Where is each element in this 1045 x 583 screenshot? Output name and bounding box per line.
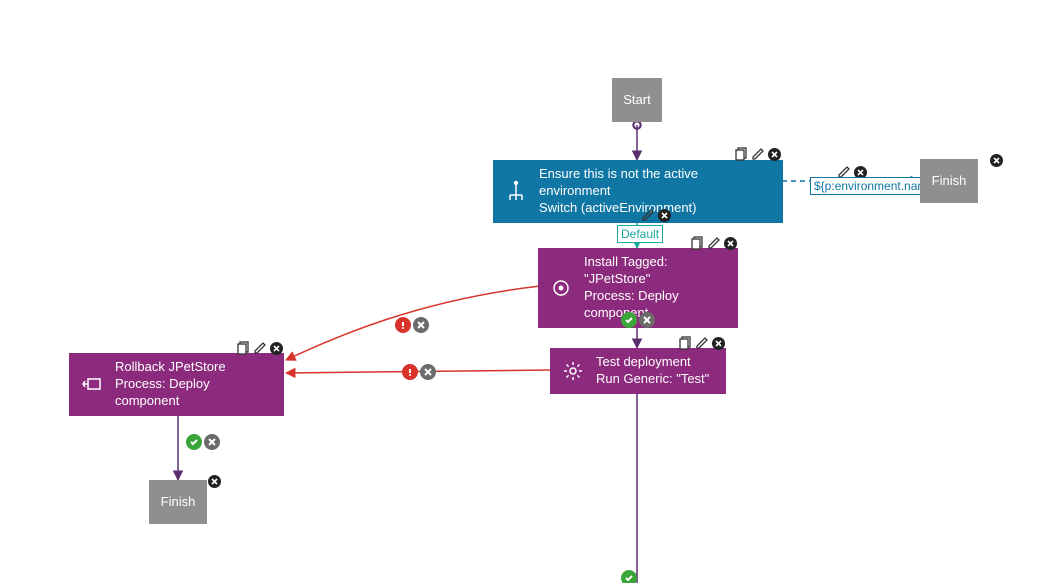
gear-icon [560, 361, 586, 381]
node-finish-right-label: Finish [932, 173, 967, 190]
close-icon[interactable] [766, 146, 782, 162]
close-icon[interactable] [206, 473, 222, 489]
copy-icon[interactable] [236, 340, 252, 356]
edit-icon[interactable] [694, 335, 710, 351]
node-switch[interactable]: Ensure this is not the active environmen… [493, 160, 783, 223]
close-icon[interactable] [639, 312, 655, 328]
edge-switch-install-controls [640, 207, 672, 223]
node-test[interactable]: Test deployment Run Generic: "Test" [550, 348, 726, 394]
check-icon[interactable] [621, 570, 637, 583]
error-icon[interactable] [402, 364, 418, 380]
edit-icon[interactable] [706, 235, 722, 251]
close-icon[interactable] [268, 340, 284, 356]
node-install-line1: Install Tagged: "JPetStore" [584, 254, 728, 288]
node-install-controls [690, 235, 738, 251]
copy-icon[interactable] [734, 146, 750, 162]
node-test-line2: Run Generic: "Test" [596, 371, 709, 388]
target-icon [548, 278, 574, 298]
edge-label-default[interactable]: Default [617, 225, 663, 243]
node-finish-bottom-label: Finish [161, 494, 196, 511]
rollback-icon [79, 374, 105, 394]
edit-icon[interactable] [252, 340, 268, 356]
node-switch-line1: Ensure this is not the active environmen… [539, 166, 773, 200]
close-icon[interactable] [710, 335, 726, 351]
close-icon[interactable] [204, 434, 220, 450]
edge-install-test-status [621, 312, 655, 328]
edge-install-rollback-status [395, 317, 429, 333]
node-finish-right-controls [988, 152, 1004, 168]
copy-icon[interactable] [678, 335, 694, 351]
close-icon[interactable] [722, 235, 738, 251]
edge-rollback-finish-status [186, 434, 220, 450]
node-finish-right[interactable]: Finish [920, 159, 978, 203]
close-icon[interactable] [413, 317, 429, 333]
switch-icon [503, 180, 529, 202]
error-icon[interactable] [395, 317, 411, 333]
close-icon[interactable] [656, 207, 672, 223]
node-finish-bottom-controls [206, 473, 222, 489]
node-finish-bottom[interactable]: Finish [149, 480, 207, 524]
node-rollback-controls [236, 340, 284, 356]
node-test-line1: Test deployment [596, 354, 709, 371]
copy-icon[interactable] [690, 235, 706, 251]
node-switch-controls [734, 146, 782, 162]
check-icon[interactable] [186, 434, 202, 450]
node-install-line2: Process: Deploy component [584, 288, 728, 322]
node-test-controls [678, 335, 726, 351]
node-rollback-line1: Rollback JPetStore [115, 359, 274, 376]
check-icon[interactable] [621, 312, 637, 328]
edge-test-rollback-status [402, 364, 436, 380]
node-rollback[interactable]: Rollback JPetStore Process: Deploy compo… [69, 353, 284, 416]
edit-icon[interactable] [750, 146, 766, 162]
close-icon[interactable] [420, 364, 436, 380]
node-start[interactable]: Start [612, 78, 662, 122]
node-rollback-line2: Process: Deploy component [115, 376, 274, 410]
node-start-label: Start [623, 92, 650, 109]
edit-icon[interactable] [640, 207, 656, 223]
edge-test-down-status [621, 570, 637, 583]
close-icon[interactable] [988, 152, 1004, 168]
